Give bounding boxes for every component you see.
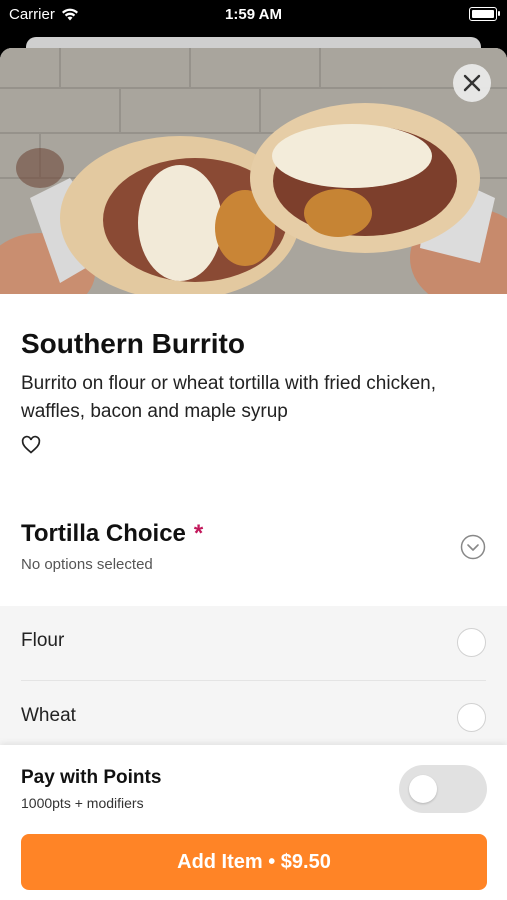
status-time: 1:59 AM xyxy=(225,6,282,23)
tortilla-options: Flour Wheat xyxy=(0,606,507,756)
status-bar: Carrier 1:59 AM xyxy=(0,0,507,30)
radio-button[interactable] xyxy=(457,628,486,657)
option-wheat[interactable]: Wheat xyxy=(0,681,507,755)
battery-icon xyxy=(469,7,500,21)
points-toggle[interactable] xyxy=(399,765,487,813)
item-title: Southern Burrito xyxy=(21,328,245,359)
chevron-down-icon[interactable] xyxy=(460,534,486,560)
close-button[interactable] xyxy=(453,64,491,102)
bottom-bar: Pay with Points 1000pts + modifiers Add … xyxy=(0,745,507,900)
required-mark: * xyxy=(193,520,204,547)
pay-with-points-label: Pay with Points xyxy=(21,767,162,788)
points-subtitle: 1000pts + modifiers xyxy=(21,795,144,811)
option-flour[interactable]: Flour xyxy=(0,606,507,681)
option-label: Flour xyxy=(21,630,65,651)
section-subtitle: No options selected xyxy=(21,556,153,573)
item-photo xyxy=(0,48,507,294)
item-description: Burrito on flour or wheat tortilla with … xyxy=(21,373,437,422)
option-label: Wheat xyxy=(21,705,76,726)
section-title: Tortilla Choice * xyxy=(21,520,203,548)
close-icon xyxy=(463,74,481,92)
add-item-button[interactable]: Add Item • $9.50 xyxy=(21,834,487,890)
heart-icon[interactable] xyxy=(21,435,41,455)
toggle-knob xyxy=(409,775,437,803)
tortilla-choice-label: Tortilla Choice xyxy=(21,520,186,547)
item-detail-modal: Southern Burrito Burrito on flour or whe… xyxy=(0,48,507,900)
radio-button[interactable] xyxy=(457,703,486,732)
